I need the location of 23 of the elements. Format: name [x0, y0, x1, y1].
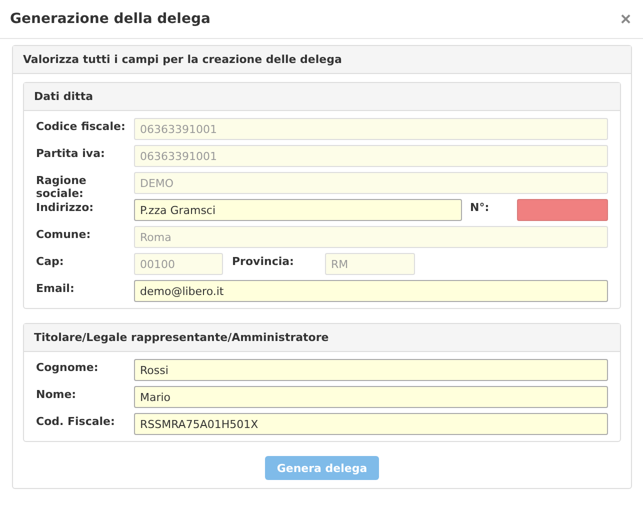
close-button[interactable]: × — [620, 8, 631, 30]
field-label: Cognome: — [36, 360, 100, 374]
text-field[interactable]: P.zza Gramsci — [134, 199, 462, 221]
text-field[interactable] — [517, 199, 608, 221]
text-field[interactable]: Rossi — [134, 359, 608, 381]
text-field[interactable]: Mario — [134, 386, 608, 408]
dialog-title: Generazione della delega — [10, 11, 210, 27]
field-label: Comune: — [36, 227, 92, 241]
section-title: Dati ditta — [24, 83, 620, 111]
field-label: Indirizzo: — [36, 200, 95, 214]
field-label: Cod. Fiscale: — [36, 414, 116, 428]
field-label: Cap: — [36, 254, 65, 268]
field-label: Nome: — [36, 387, 78, 401]
panel-title: Valorizza tutti i campi per la creazione delle delega — [13, 46, 631, 74]
field-label: Partita iva: — [36, 146, 106, 160]
section-title: Titolare/Legale rappresentante/Amministratore — [24, 324, 620, 352]
field-label: Provincia: — [232, 254, 295, 268]
text-field[interactable]: demo@libero.it — [134, 280, 608, 302]
field-label: Codice fiscale: — [36, 119, 126, 133]
field-label: Ragione sociale: — [36, 173, 88, 200]
field-label: Email: — [36, 281, 76, 295]
text-field[interactable]: RSSMRA75A01H501X — [134, 413, 608, 435]
field-label: N°: — [470, 200, 490, 214]
